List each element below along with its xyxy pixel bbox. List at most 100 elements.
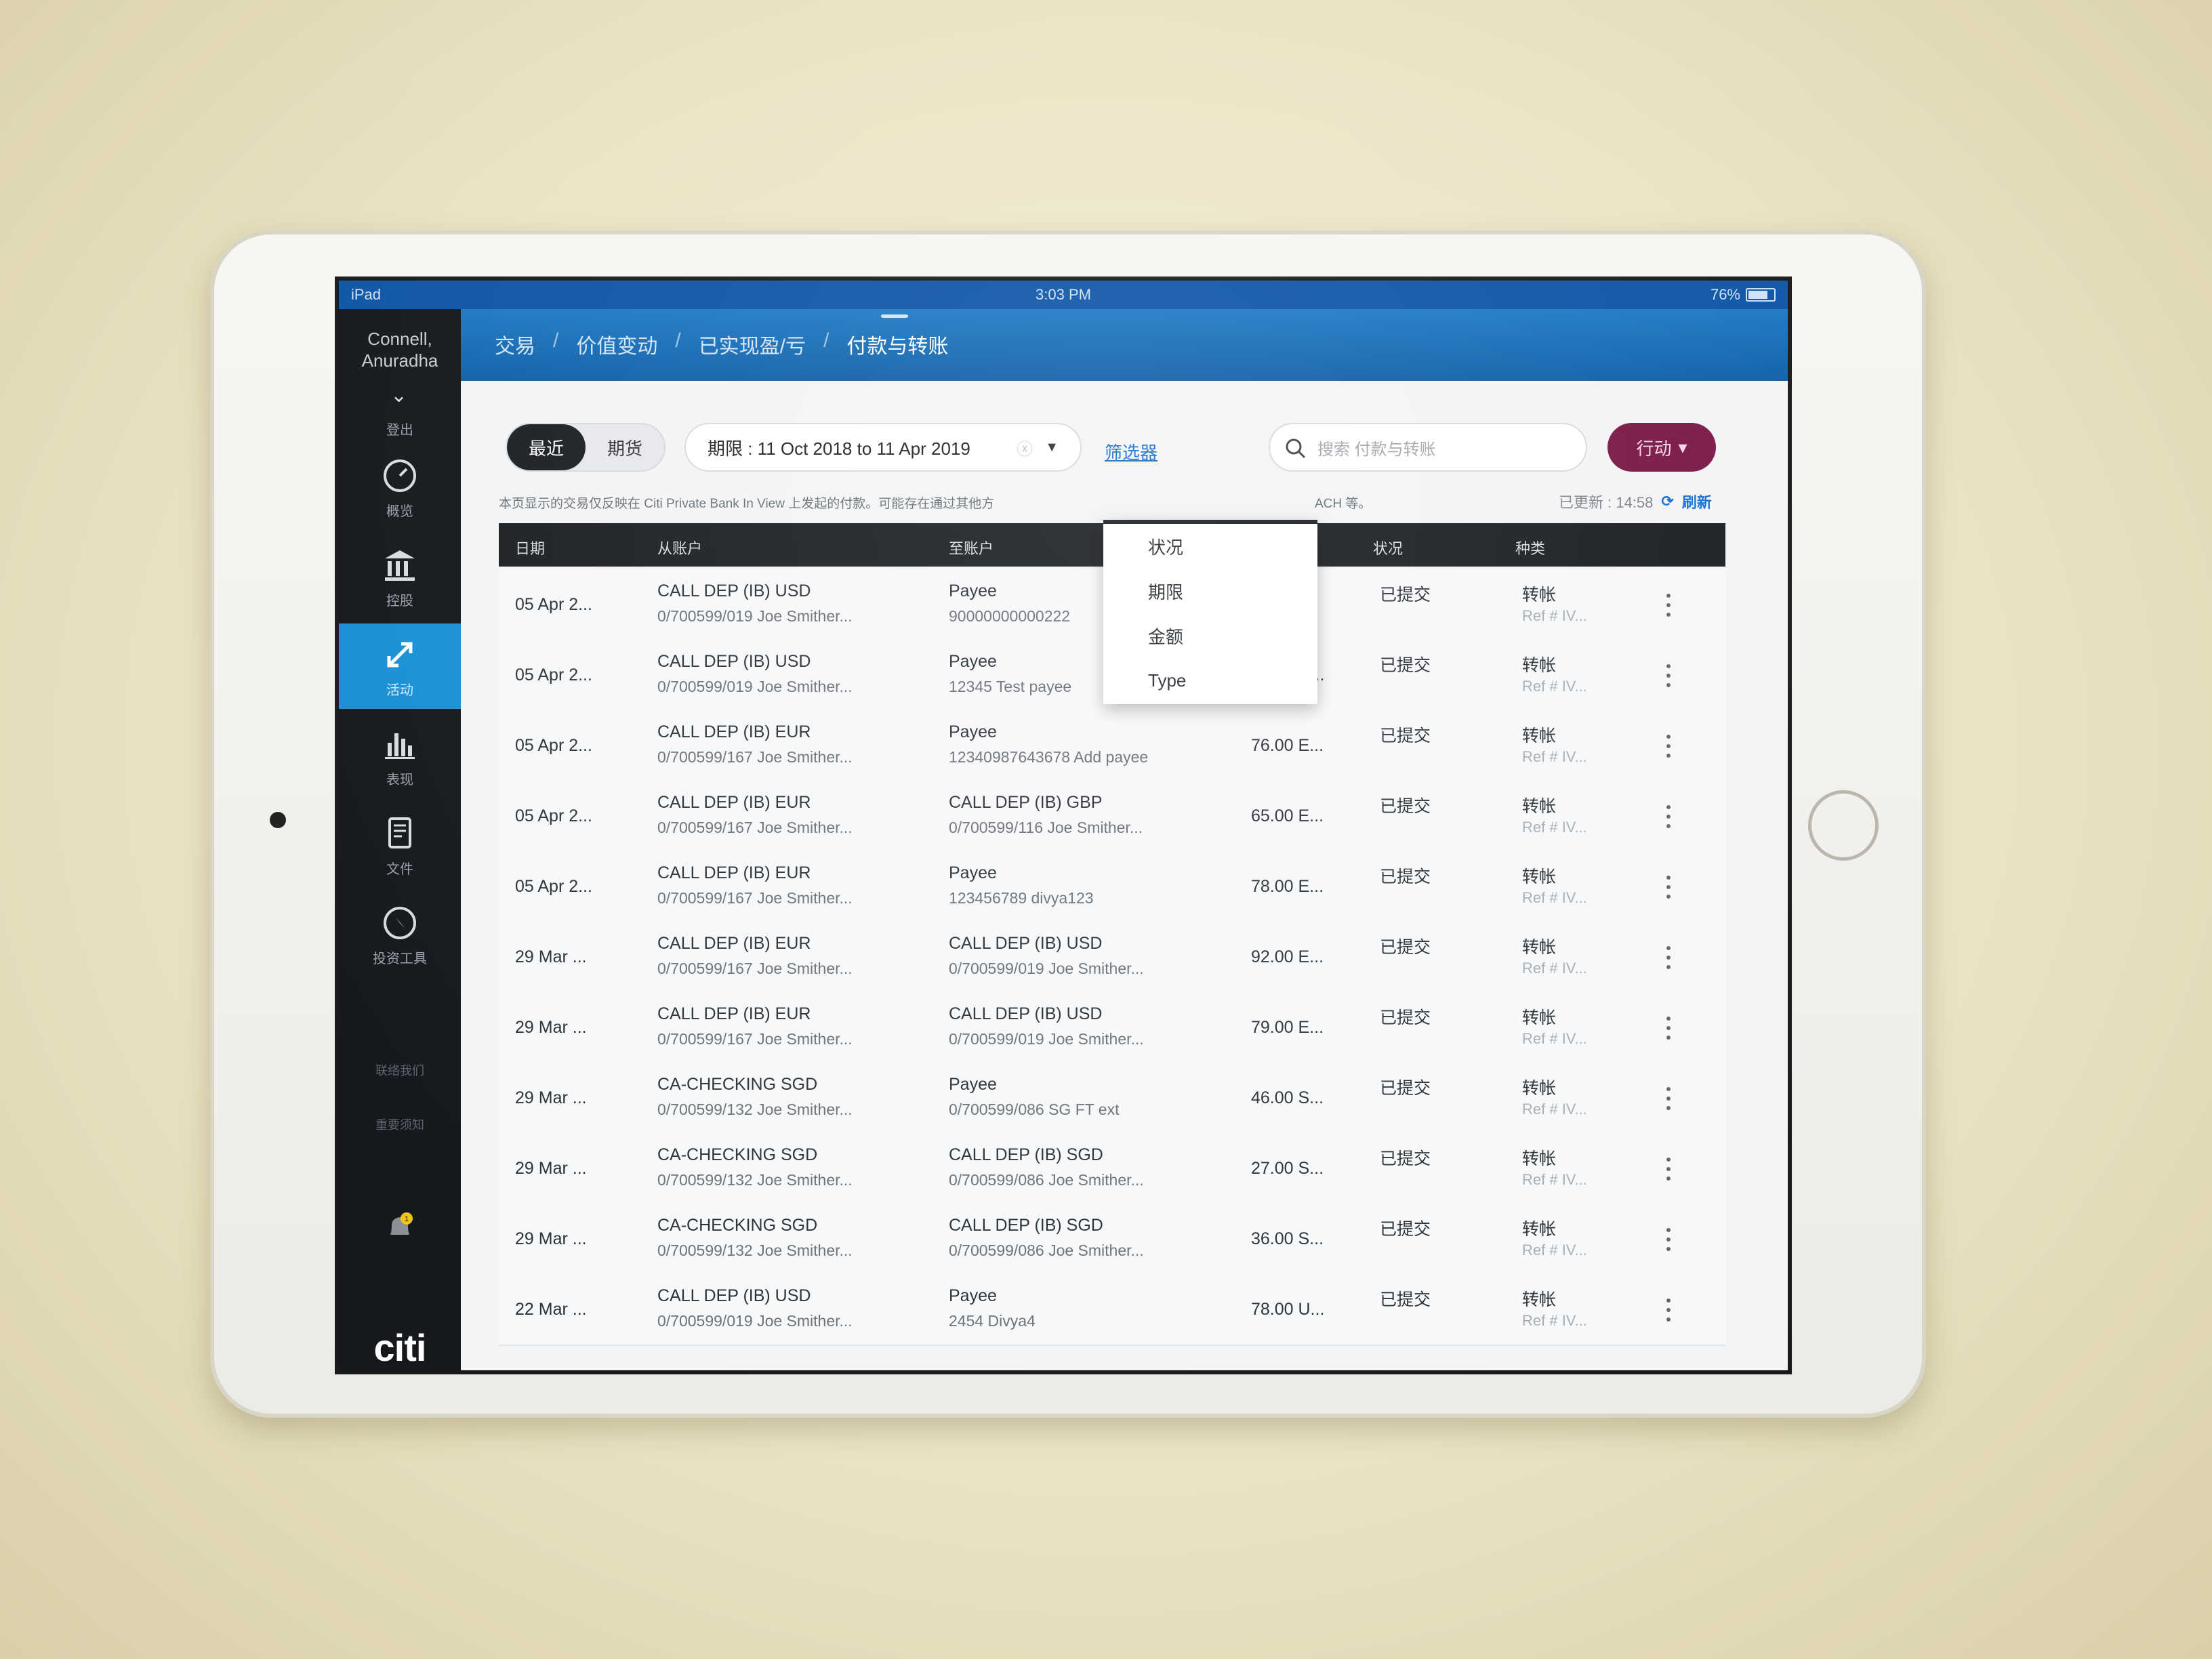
header-from-account[interactable]: 从账户: [657, 537, 702, 558]
clear-icon[interactable]: ⓧ: [1017, 436, 1033, 459]
sidebar-item-overview[interactable]: 概览: [339, 445, 461, 530]
sidebar-item-activity[interactable]: 活动: [339, 623, 461, 709]
drag-handle[interactable]: [881, 314, 908, 318]
breadcrumb-value-change[interactable]: 价值变动: [576, 329, 657, 359]
table-row[interactable]: 29 Mar ... CA-CHECKING SGD 0/700599/132 Jo…: [499, 1063, 1725, 1134]
sidebar-item-holdings[interactable]: 控股: [339, 534, 461, 619]
cell-to-account: Payee: [949, 652, 997, 671]
view-toggle: 最近 期货: [506, 423, 665, 472]
battery-percent: 76%: [1710, 286, 1740, 303]
cell-type: 转帐: [1522, 1079, 1557, 1098]
search-input[interactable]: 搜索 付款与转账: [1269, 423, 1587, 472]
disclaimer-text-tail: ACH 等。: [1315, 497, 1372, 511]
cell-from-account: CALL DEP (IB) EUR: [657, 722, 811, 741]
cell-type: 转帐: [1522, 1008, 1557, 1027]
period-selector[interactable]: 期限 : 11 Oct 2018 to 11 Apr 2019 ⓧ ▼: [684, 423, 1082, 472]
cell-to-account: Payee: [949, 1075, 997, 1094]
tab-recent[interactable]: 最近: [507, 424, 586, 470]
cell-reference: Ref # IV...: [1522, 607, 1587, 624]
chevron-down-icon[interactable]: ⌄: [390, 384, 407, 407]
sidebar-item-documents[interactable]: 文件: [339, 802, 461, 888]
sidebar-item-performance[interactable]: 表现: [339, 713, 461, 798]
important-notice-link[interactable]: 重要须知: [339, 1115, 461, 1133]
sidebar-item-invest-tools[interactable]: 投资工具: [339, 892, 461, 977]
home-button[interactable]: [1808, 790, 1879, 861]
table-row[interactable]: 29 Mar ... CALL DEP (IB) EUR 0/700599/167 …: [499, 992, 1725, 1064]
more-options-icon[interactable]: [1666, 735, 1671, 758]
more-options-icon[interactable]: [1666, 946, 1671, 969]
table-row[interactable]: 29 Mar ... CA-CHECKING SGD 0/700599/132 Jo…: [499, 1133, 1725, 1205]
refresh-link[interactable]: 刷新: [1682, 491, 1712, 512]
breadcrumb-payments-transfers[interactable]: 付款与转账: [846, 329, 948, 359]
cell-from-account-detail: 0/700599/167 Joe Smither...: [657, 889, 853, 907]
filter-link[interactable]: 筛选器: [1105, 439, 1158, 464]
cell-from-account: CA-CHECKING SGD: [657, 1075, 818, 1094]
table-row[interactable]: 05 Apr 2... CALL DEP (IB) EUR 0/700599/167…: [499, 851, 1725, 923]
sidebar-item-label: 表现: [386, 773, 413, 787]
filter-option-status[interactable]: 状况: [1103, 524, 1317, 569]
cell-date: 29 Mar ...: [515, 947, 587, 966]
breadcrumb-realized-pl[interactable]: 已实现盈/亏: [699, 329, 806, 359]
caret-down-icon[interactable]: ▼: [1045, 440, 1059, 455]
cell-date: 05 Apr 2...: [515, 736, 592, 755]
cell-from-account-detail: 0/700599/019 Joe Smither...: [657, 1312, 853, 1330]
cell-type: 转帐: [1522, 1220, 1557, 1239]
sidebar-item-label: 控股: [386, 594, 413, 609]
header-type[interactable]: 种类: [1515, 537, 1545, 558]
cell-to-account-detail: 2454 Divya4: [949, 1312, 1036, 1330]
table-row[interactable]: 29 Mar ... CALL DEP (IB) EUR 0/700599/167 …: [499, 922, 1725, 994]
filter-option-amount[interactable]: 金额: [1103, 613, 1317, 658]
bar-chart-icon: [385, 733, 415, 759]
clock: 3:03 PM: [1036, 286, 1091, 303]
header-status[interactable]: 状况: [1373, 537, 1403, 558]
cell-to-account-detail: 12345 Test payee: [949, 678, 1072, 695]
cell-date: 22 Mar ...: [515, 1300, 587, 1319]
gauge-icon: [384, 459, 416, 492]
cell-to-account: Payee: [949, 581, 997, 600]
table-row[interactable]: 05 Apr 2... CALL DEP (IB) EUR 0/700599/167…: [499, 710, 1725, 782]
table-row[interactable]: 29 Mar ... CA-CHECKING SGD 0/700599/132 Jo…: [499, 1204, 1725, 1275]
more-options-icon[interactable]: [1666, 1298, 1671, 1322]
cell-amount: 78.00 U...: [1251, 1300, 1325, 1319]
more-options-icon[interactable]: [1666, 1017, 1671, 1040]
filter-option-period[interactable]: 期限: [1103, 569, 1317, 613]
status-bar: iPad 3:03 PM 76%: [339, 281, 1788, 309]
cell-reference: Ref # IV...: [1522, 1030, 1587, 1047]
more-options-icon[interactable]: [1666, 1228, 1671, 1251]
breadcrumb: 交易 / 价值变动 / 已实现盈/亏 / 付款与转账: [495, 329, 948, 359]
logout-link[interactable]: 登出: [339, 419, 461, 438]
more-options-icon[interactable]: [1666, 1087, 1671, 1110]
table-row[interactable]: 22 Mar ... CALL DEP (IB) USD 0/700599/019 …: [499, 1274, 1725, 1346]
more-options-icon[interactable]: [1666, 1158, 1671, 1181]
cell-to-account-detail: 0/700599/086 Joe Smither...: [949, 1242, 1144, 1259]
cell-type: 转帐: [1522, 867, 1557, 886]
cell-amount: 27.00 S...: [1251, 1159, 1324, 1178]
cell-to-account-detail: 12340987643678 Add payee: [949, 748, 1149, 766]
cell-from-account: CALL DEP (IB) EUR: [657, 863, 811, 882]
action-button[interactable]: 行动 ▾: [1607, 423, 1716, 472]
header-to-account[interactable]: 至账户: [949, 537, 994, 558]
bell-icon[interactable]: 1: [384, 1210, 416, 1243]
cell-status: 已提交: [1380, 1149, 1431, 1168]
sidebar-item-label: 活动: [386, 683, 413, 698]
more-options-icon[interactable]: [1666, 805, 1671, 828]
cell-from-account-detail: 0/700599/132 Joe Smither...: [657, 1242, 853, 1259]
sidebar-item-label: 文件: [386, 862, 413, 877]
more-options-icon[interactable]: [1666, 664, 1671, 687]
header-date[interactable]: 日期: [515, 537, 545, 558]
breadcrumb-transactions[interactable]: 交易: [495, 329, 535, 359]
more-options-icon[interactable]: [1666, 876, 1671, 899]
citi-logo: citi: [373, 1326, 427, 1369]
arrows-icon: [387, 642, 413, 668]
cell-from-account: CA-CHECKING SGD: [657, 1216, 818, 1235]
user-name[interactable]: Connell, Anuradha: [339, 328, 461, 371]
table-row[interactable]: 05 Apr 2... CALL DEP (IB) EUR 0/700599/167…: [499, 781, 1725, 853]
cell-status: 已提交: [1380, 656, 1431, 675]
more-options-icon[interactable]: [1666, 594, 1671, 617]
tab-future[interactable]: 期货: [586, 424, 664, 470]
refresh-icon[interactable]: ⟳: [1661, 493, 1673, 510]
filter-option-type[interactable]: Type: [1103, 658, 1317, 703]
cell-to-account-detail: 0/700599/019 Joe Smither...: [949, 1030, 1144, 1048]
disclaimer-text: 本页显示的交易仅反映在 Citi Private Bank In View 上发…: [499, 497, 995, 511]
contact-us-link[interactable]: 联络我们: [339, 1061, 461, 1079]
